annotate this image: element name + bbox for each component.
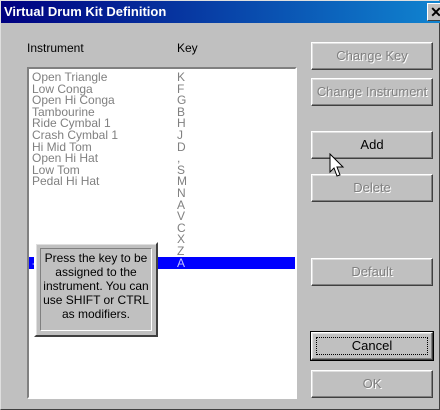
- help-tooltip-text: Press the key to be assigned to the inst…: [40, 248, 152, 331]
- list-item[interactable]: Pedal Hi Hat M: [29, 175, 295, 187]
- instrument-key: A: [177, 255, 186, 270]
- help-tooltip: Press the key to be assigned to the inst…: [34, 242, 158, 337]
- change-key-label: Change Key: [336, 48, 408, 63]
- default-button[interactable]: Default: [311, 258, 433, 286]
- instrument-list[interactable]: Open Triangle K Low Conga F Open Hi Conga G Ta…: [27, 67, 297, 399]
- column-header-instrument: Instrument: [27, 41, 84, 55]
- add-label: Add: [360, 137, 384, 152]
- title-bar[interactable]: Virtual Drum Kit Definition ✕: [1, 1, 440, 23]
- default-label: Default: [351, 264, 393, 279]
- list-item[interactable]: A: [29, 199, 295, 211]
- arrow-pointer-icon: [329, 153, 345, 177]
- change-instrument-button[interactable]: Change Instrument: [311, 78, 433, 106]
- ok-label: OK: [362, 376, 382, 391]
- ok-button[interactable]: OK: [311, 370, 433, 398]
- list-item[interactable]: C: [29, 222, 295, 234]
- column-header-key: Key: [177, 41, 198, 55]
- close-icon[interactable]: ✕: [427, 3, 440, 21]
- cancel-button[interactable]: Cancel: [310, 331, 434, 361]
- cancel-label: Cancel: [351, 338, 393, 353]
- list-item[interactable]: V: [29, 210, 295, 222]
- dialog-window: Virtual Drum Kit Definition ✕ Instrument…: [0, 0, 440, 410]
- list-item[interactable]: N: [29, 187, 295, 199]
- window-title: Virtual Drum Kit Definition: [4, 4, 167, 19]
- change-instrument-label: Change Instrument: [316, 84, 428, 99]
- delete-label: Delete: [353, 180, 391, 195]
- instrument-name: Pedal Hi Hat: [32, 174, 100, 189]
- change-key-button[interactable]: Change Key: [311, 42, 433, 70]
